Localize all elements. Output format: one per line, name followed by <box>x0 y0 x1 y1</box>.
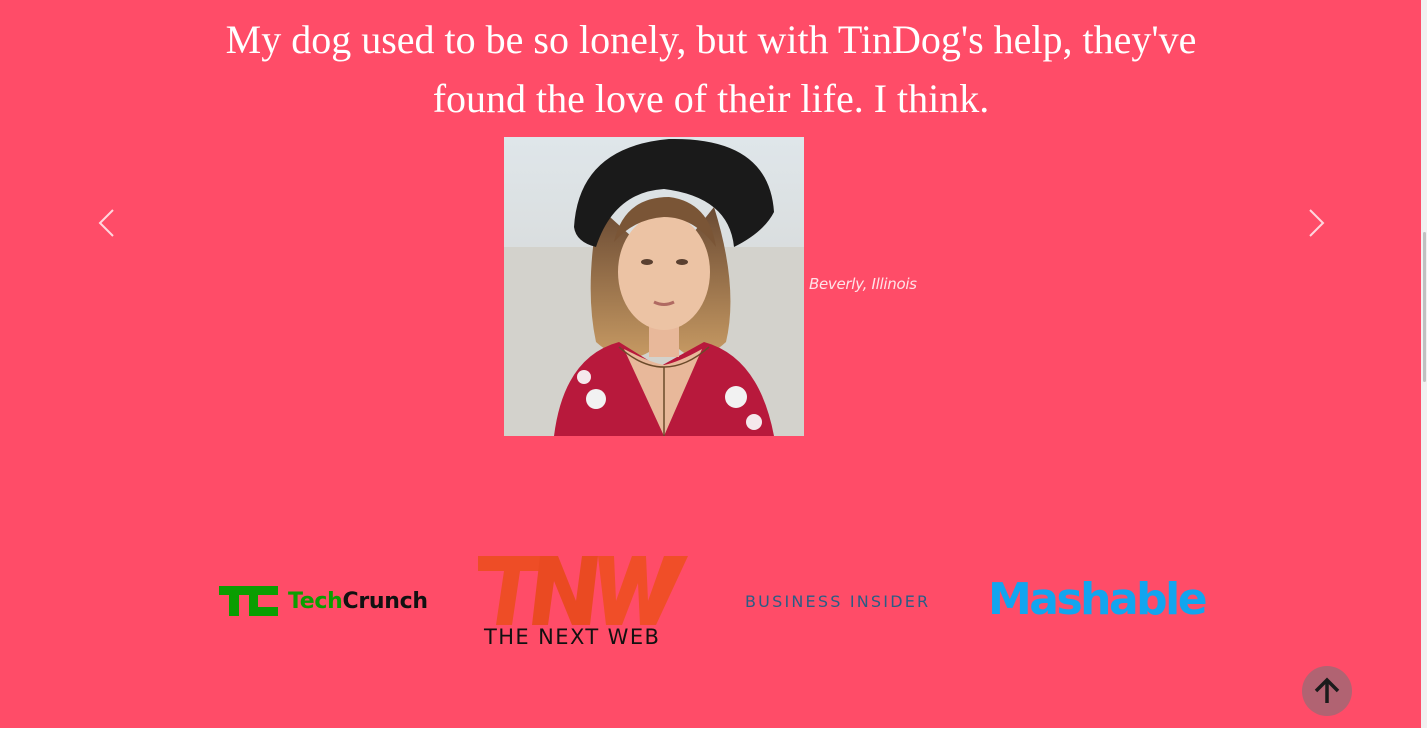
techcrunch-crunch: Crunch <box>342 589 429 614</box>
techcrunch-tech: Tech <box>288 589 343 614</box>
scroll-to-top-button[interactable] <box>1302 666 1352 716</box>
testimonial-caption: Beverly, Illinois <box>809 275 917 293</box>
carousel-prev-button[interactable] <box>89 204 125 240</box>
scrollbar-thumb[interactable] <box>1423 232 1426 382</box>
tnw-tagline: THE NEXT WEB <box>484 625 661 649</box>
mashable-logo: Mashable <box>988 574 1208 625</box>
carousel-next-button[interactable] <box>1298 204 1334 240</box>
testimonial-portrait <box>504 137 804 436</box>
techcrunch-wordmark: TechCrunch <box>288 587 428 617</box>
arrow-up-icon <box>1314 677 1340 703</box>
business-insider-logo: BUSINESS INSIDER <box>745 592 931 611</box>
testimonials-section: My dog used to be so lonely, but with Ti… <box>0 0 1421 728</box>
testimonial-quote: My dog used to be so lonely, but with Ti… <box>225 17 1197 121</box>
chevron-right-icon <box>1309 209 1325 237</box>
chevron-left-icon <box>98 209 114 237</box>
